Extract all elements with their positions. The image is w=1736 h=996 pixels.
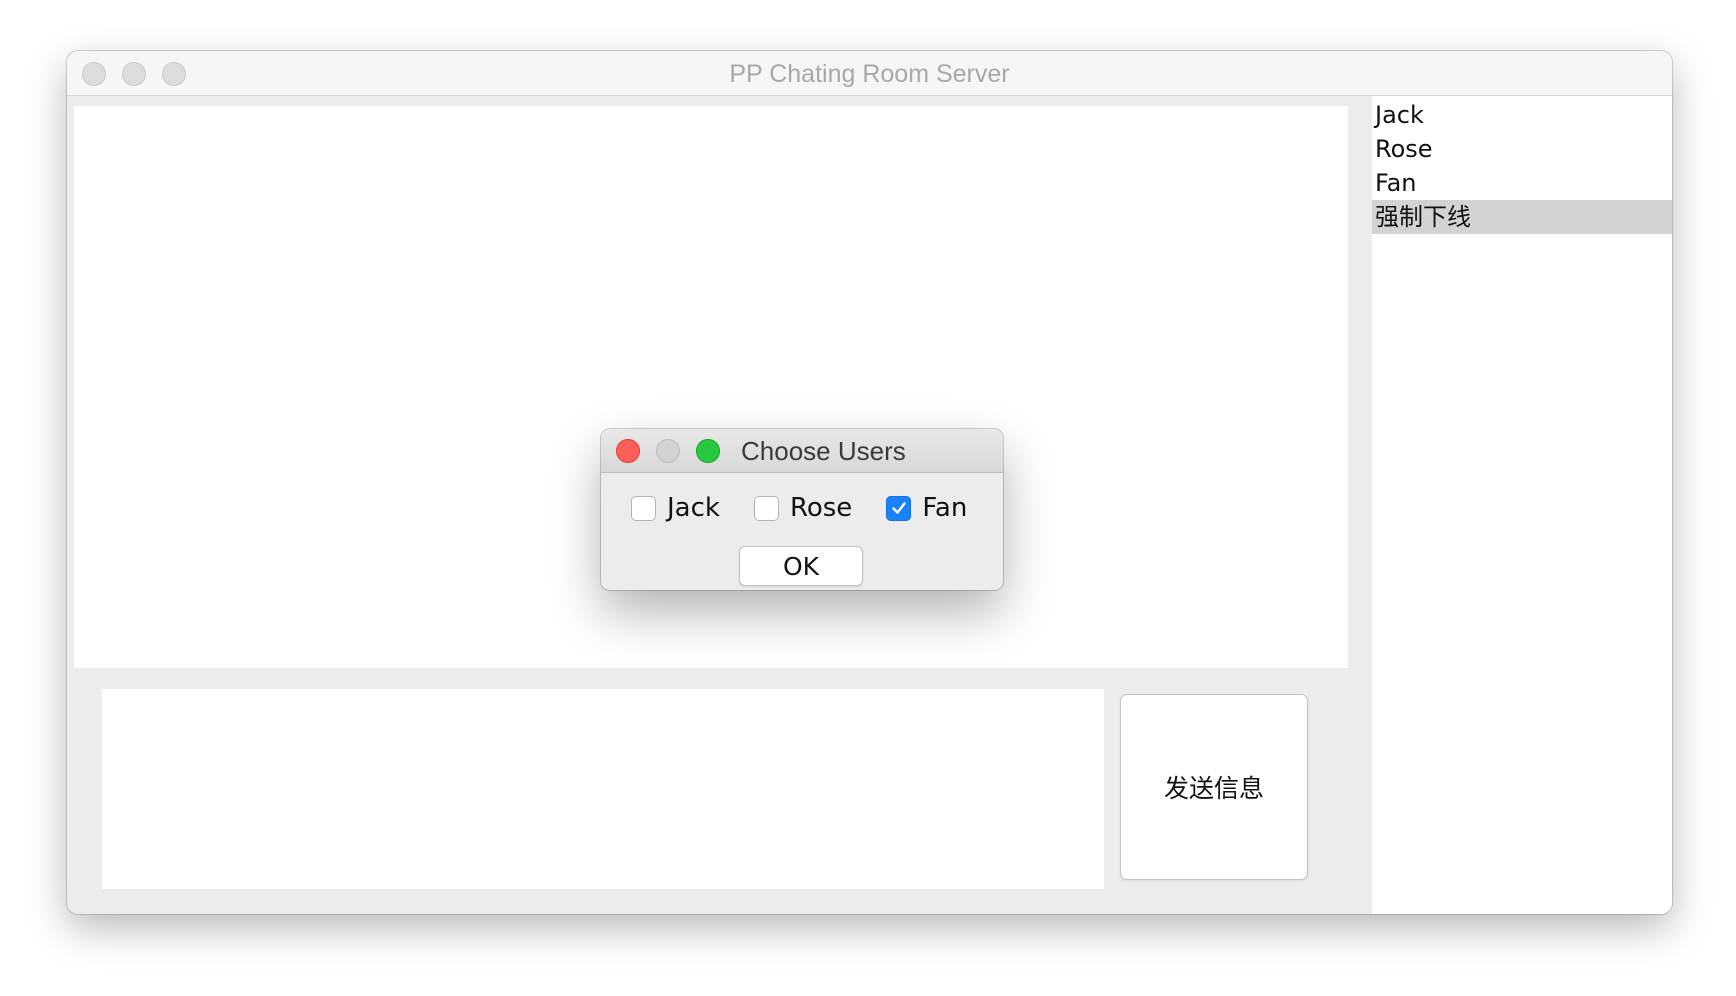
checkbox-fan[interactable] xyxy=(886,495,912,521)
choose-users-dialog: Choose Users Jack Rose Fan OK xyxy=(601,429,1003,590)
ok-button[interactable]: OK xyxy=(739,546,863,586)
dialog-title: Choose Users xyxy=(741,436,906,466)
user-list-item-rose[interactable]: Rose xyxy=(1372,132,1672,166)
option-rose[interactable]: Rose xyxy=(753,493,852,523)
window-titlebar[interactable]: PP Chating Room Server xyxy=(67,51,1672,96)
option-fan[interactable]: Fan xyxy=(886,493,967,523)
option-jack[interactable]: Jack xyxy=(631,493,720,523)
option-label-jack[interactable]: Jack xyxy=(667,493,720,523)
checkbox-rose[interactable] xyxy=(753,495,779,521)
user-list-item-fan[interactable]: Fan xyxy=(1372,166,1672,200)
option-label-fan[interactable]: Fan xyxy=(922,493,967,523)
user-checkbox-group: Jack Rose Fan xyxy=(631,491,1001,525)
window-title: PP Chating Room Server xyxy=(729,60,1010,88)
checkbox-jack[interactable] xyxy=(631,495,656,521)
dialog-close-icon[interactable] xyxy=(616,439,640,463)
dialog-zoom-icon[interactable] xyxy=(696,439,720,463)
checkmark-icon xyxy=(892,502,906,514)
send-message-button[interactable]: 发送信息 xyxy=(1120,694,1308,880)
option-label-rose[interactable]: Rose xyxy=(790,493,852,523)
dialog-titlebar[interactable]: Choose Users xyxy=(601,429,1003,473)
force-offline-item[interactable]: 强制下线 xyxy=(1372,200,1672,234)
user-list-item-jack[interactable]: Jack xyxy=(1372,98,1672,132)
online-user-list[interactable]: Jack Rose Fan 强制下线 xyxy=(1372,96,1672,914)
dialog-minimize-icon xyxy=(656,439,680,463)
message-input[interactable] xyxy=(102,689,1104,889)
